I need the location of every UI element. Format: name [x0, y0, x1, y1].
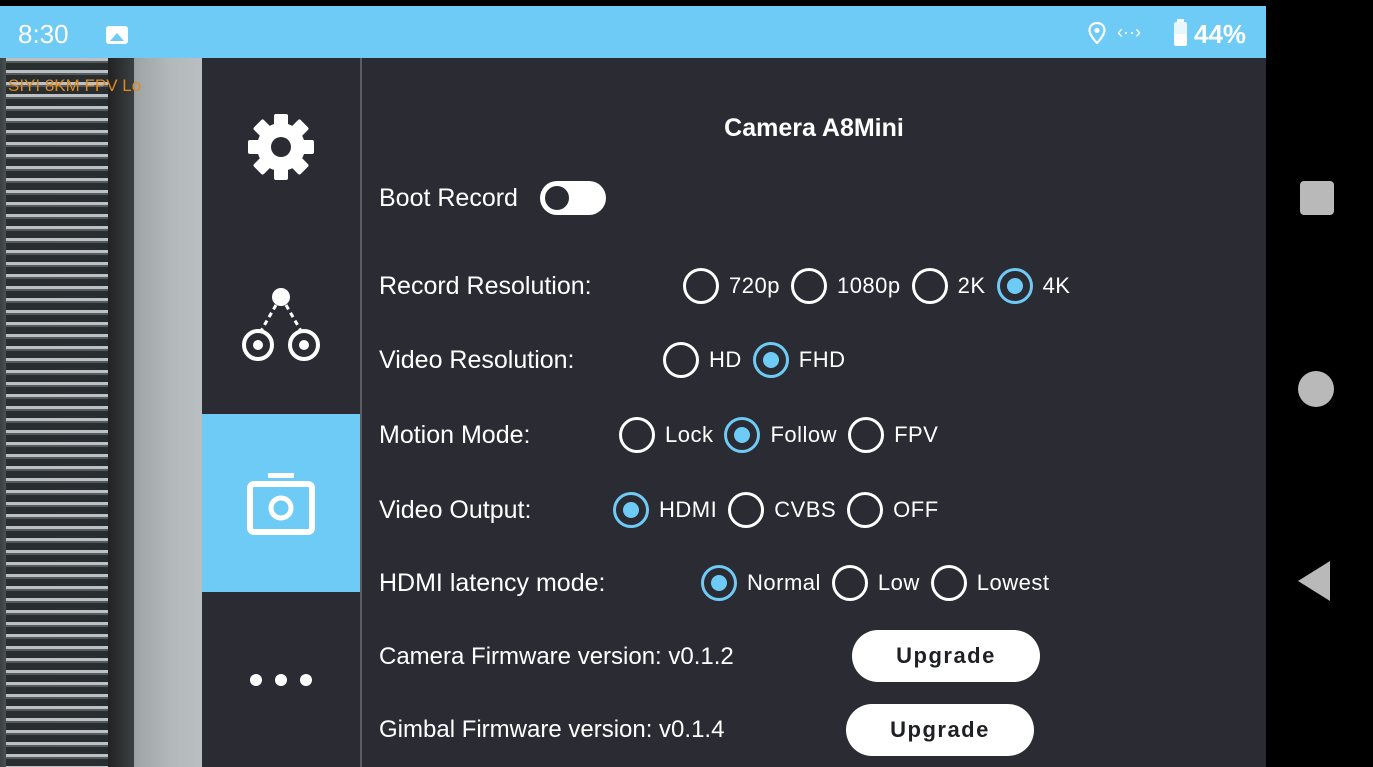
option-label: 2K — [957, 273, 986, 298]
camera-firmware-label: Camera Firmware version: v0.1.2 — [379, 643, 734, 670]
motion-mode-option-lock[interactable]: Lock — [619, 417, 713, 453]
back-button[interactable] — [1298, 561, 1330, 601]
hdmi-latency-option-lowest[interactable]: Lowest — [930, 565, 1050, 601]
radio-button[interactable] — [683, 268, 719, 304]
option-label: Low — [877, 570, 920, 595]
radio-button-selected[interactable] — [752, 342, 789, 378]
option-label: HDMI — [659, 497, 718, 522]
option-label: HD — [709, 347, 742, 372]
feed-frame-edge — [108, 58, 134, 767]
recents-button[interactable] — [1300, 181, 1334, 215]
video-resolution-option-hd[interactable]: HD — [663, 342, 742, 378]
video-resolution-option-fhd[interactable]: FHD — [752, 342, 846, 378]
record-resolution-option-1080p[interactable]: 1080p — [790, 268, 901, 304]
radio-button[interactable] — [848, 417, 885, 453]
status-time: 8:30 — [18, 19, 69, 49]
option-label: Lowest — [976, 570, 1050, 595]
camera-upgrade-button[interactable]: Upgrade — [852, 630, 1040, 682]
option-label: FPV — [894, 422, 939, 447]
gimbal-firmware-label: Gimbal Firmware version: v0.1.4 — [379, 716, 725, 743]
camera-feed: SIYI 8KM FPV Lo — [0, 58, 202, 767]
data-sync-icon: ‹··› — [1117, 22, 1141, 42]
video-output-label: Video Output: — [379, 495, 532, 524]
radio-button-selected[interactable] — [701, 565, 737, 601]
boot-record-toggle[interactable] — [539, 181, 606, 215]
menu-item-gimbal[interactable] — [202, 236, 360, 414]
option-label: Follow — [770, 422, 838, 447]
battery-icon — [1174, 19, 1187, 46]
image-icon — [106, 26, 128, 44]
menu-item-settings[interactable] — [202, 58, 360, 236]
boot-record-row: Boot Record — [379, 178, 606, 218]
record-resolution-row: Record Resolution: 720p 1080p 2K 4K — [379, 266, 1081, 306]
location-icon — [1088, 22, 1106, 44]
camera-icon — [247, 473, 315, 535]
boot-record-label: Boot Record — [379, 183, 518, 212]
camera-firmware-row: Camera Firmware version: v0.1.2 — [379, 637, 734, 677]
video-output-option-hdmi[interactable]: HDMI — [613, 492, 717, 528]
video-output-option-cvbs[interactable]: CVBS — [728, 492, 836, 528]
radio-button[interactable] — [930, 565, 967, 601]
navigation-bar — [1266, 0, 1373, 767]
hdmi-latency-option-low[interactable]: Low — [831, 565, 920, 601]
video-resolution-label: Video Resolution: — [379, 345, 575, 374]
radio-button-selected[interactable] — [996, 268, 1033, 304]
option-label: 4K — [1042, 273, 1071, 298]
radio-button[interactable] — [663, 342, 699, 378]
menu-item-camera[interactable] — [202, 414, 360, 592]
motion-mode-row: Motion Mode: Lock Follow FPV — [379, 415, 949, 455]
option-label: Lock — [665, 422, 714, 447]
camera-settings-panel: Camera A8Mini Boot Record Record Resolut… — [362, 58, 1266, 767]
record-resolution-option-2k[interactable]: 2K — [911, 268, 986, 304]
toggle-knob — [541, 183, 572, 213]
option-label: 1080p — [836, 273, 901, 298]
video-output-option-off[interactable]: OFF — [847, 492, 939, 528]
menu-item-more[interactable] — [202, 592, 360, 767]
option-label: FHD — [798, 347, 846, 372]
page-title: Camera A8Mini — [724, 114, 904, 142]
more-dots-icon — [250, 673, 312, 686]
hdmi-latency-option-normal[interactable]: Normal — [701, 565, 821, 601]
motion-mode-label: Motion Mode: — [379, 420, 531, 449]
record-resolution-label: Record Resolution: — [379, 271, 592, 300]
side-menu — [202, 58, 360, 767]
option-label: 720p — [729, 273, 780, 298]
gimbal-upgrade-button[interactable]: Upgrade — [846, 704, 1034, 756]
battery-percent: 44% — [1194, 19, 1247, 49]
feed-overlay-label: SIYI 8KM FPV Lo — [8, 76, 142, 95]
motion-mode-option-fpv[interactable]: FPV — [848, 417, 938, 453]
video-output-row: Video Output: HDMI CVBS OFF — [379, 490, 950, 530]
hdmi-latency-label: HDMI latency mode: — [379, 568, 606, 597]
status-bar: 8:30 ‹··› 44% — [0, 6, 1266, 58]
gimbal-firmware-row: Gimbal Firmware version: v0.1.4 — [379, 710, 724, 750]
feed-window-blinds — [6, 58, 110, 767]
radio-button-selected[interactable] — [613, 492, 649, 528]
option-label: OFF — [893, 497, 939, 522]
radio-button[interactable] — [728, 492, 765, 528]
option-label: Normal — [747, 570, 821, 595]
motion-mode-option-follow[interactable]: Follow — [724, 417, 837, 453]
radio-button[interactable] — [831, 565, 868, 601]
record-resolution-option-4k[interactable]: 4K — [996, 268, 1071, 304]
radio-button[interactable] — [790, 268, 827, 304]
video-resolution-row: Video Resolution: HD FHD — [379, 340, 857, 380]
gimbal-icon — [242, 288, 320, 361]
hdmi-latency-row: HDMI latency mode: Normal Low Lowest — [379, 563, 1060, 603]
home-button[interactable] — [1298, 371, 1334, 407]
radio-button-selected[interactable] — [724, 417, 761, 453]
gear-icon — [248, 114, 314, 180]
radio-button[interactable] — [911, 268, 948, 304]
record-resolution-option-720p[interactable]: 720p — [683, 268, 780, 304]
radio-button[interactable] — [619, 417, 655, 453]
radio-button[interactable] — [847, 492, 884, 528]
option-label: CVBS — [774, 497, 837, 522]
